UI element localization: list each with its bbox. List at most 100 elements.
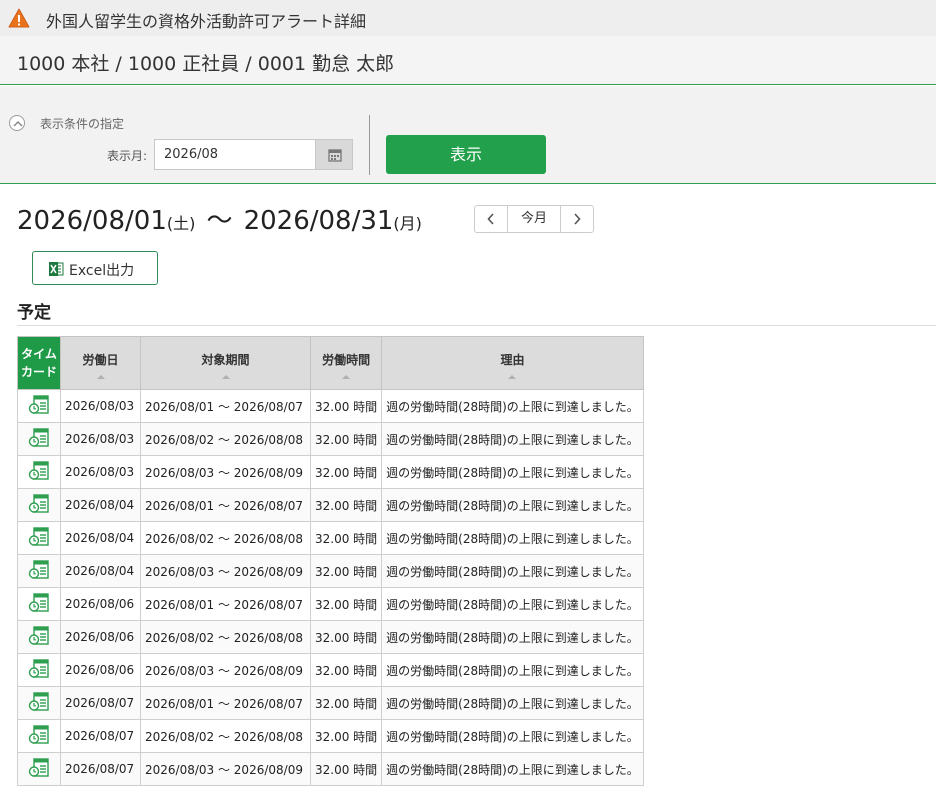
work-date-cell: 2026/08/06 <box>60 587 141 621</box>
alert-table: タイム カード 労働日 対象期間 労働時間 理由 2026/08/03 2026/… <box>17 336 644 786</box>
sort-icon <box>342 375 351 379</box>
timecard-cell[interactable] <box>17 620 61 654</box>
timecard-icon <box>28 658 49 678</box>
period-cell: 2026/08/03 〜 2026/08/09 <box>140 752 311 786</box>
range-start-weekday: (土) <box>166 214 196 233</box>
collapse-toggle-icon[interactable] <box>9 115 25 131</box>
period-cell: 2026/08/02 〜 2026/08/08 <box>140 620 311 654</box>
timecard-cell[interactable] <box>17 455 61 489</box>
hours-cell: 32.00 時間 <box>309 488 383 522</box>
chevron-left-icon <box>487 213 494 225</box>
month-input[interactable] <box>154 139 316 170</box>
header-period-label: 対象期間 <box>201 352 250 367</box>
next-month-button[interactable] <box>560 206 593 232</box>
timecard-icon <box>28 559 49 579</box>
timecard-cell[interactable] <box>17 488 61 522</box>
timecard-icon <box>28 394 49 414</box>
current-month-button[interactable]: 今月 <box>508 206 560 232</box>
reason-cell: 週の労働時間(28時間)の上限に到達しました。 <box>381 719 644 753</box>
table-row: 2026/08/03 2026/08/02 〜 2026/08/08 32.00 時… <box>17 422 644 456</box>
reason-cell: 週の労働時間(28時間)の上限に到達しました。 <box>381 653 644 687</box>
work-date-cell: 2026/08/06 <box>60 620 141 654</box>
range-end: 2026/08/31 <box>243 206 394 236</box>
reason-cell: 週の労働時間(28時間)の上限に到達しました。 <box>381 752 644 786</box>
header-reason-label: 理由 <box>500 352 525 367</box>
timecard-cell[interactable] <box>17 554 61 588</box>
timecard-cell[interactable] <box>17 686 61 720</box>
chevron-right-icon <box>574 213 581 225</box>
hours-cell: 32.00 時間 <box>309 521 383 555</box>
period-cell: 2026/08/01 〜 2026/08/07 <box>140 587 311 621</box>
show-button[interactable]: 表示 <box>386 135 546 174</box>
timecard-cell[interactable] <box>17 653 61 687</box>
header-timecard-line1: タイム <box>21 347 57 361</box>
employee-bar: 1000 本社 / 1000 正社員 / 0001 勤怠 太郎 <box>0 36 936 85</box>
prev-month-button[interactable] <box>475 206 508 232</box>
hours-cell: 32.00 時間 <box>309 653 383 687</box>
hours-cell: 32.00 時間 <box>309 620 383 654</box>
sort-icon <box>96 375 105 379</box>
section-title: 予定 <box>17 303 51 323</box>
date-range: 2026/08/01(土) 〜 2026/08/31(月) <box>17 200 422 237</box>
table-row: 2026/08/07 2026/08/01 〜 2026/08/07 32.00 時… <box>17 686 644 720</box>
header-timecard-line2: カード <box>20 365 57 379</box>
timecard-cell[interactable] <box>17 389 61 423</box>
condition-toggle-label[interactable]: 表示条件の指定 <box>40 115 124 132</box>
header-reason[interactable]: 理由 <box>381 336 644 390</box>
table-header-row: タイム カード 労働日 対象期間 労働時間 理由 <box>17 336 644 390</box>
condition-panel: 表示条件の指定 表示月: 表示 <box>0 86 936 184</box>
header-period[interactable]: 対象期間 <box>140 336 311 390</box>
header-timecard: タイム カード <box>17 336 61 390</box>
header-work-date[interactable]: 労働日 <box>60 336 141 390</box>
period-cell: 2026/08/01 〜 2026/08/07 <box>140 488 311 522</box>
hours-cell: 32.00 時間 <box>309 554 383 588</box>
timecard-icon <box>28 460 49 480</box>
header-work-date-label: 労働日 <box>82 352 119 367</box>
work-date-cell: 2026/08/03 <box>60 422 141 456</box>
hours-cell: 32.00 時間 <box>309 752 383 786</box>
section-divider <box>17 325 936 326</box>
table-row: 2026/08/04 2026/08/03 〜 2026/08/09 32.00 時… <box>17 554 644 588</box>
work-date-cell: 2026/08/07 <box>60 752 141 786</box>
sort-icon <box>221 375 230 379</box>
timecard-cell[interactable] <box>17 587 61 621</box>
month-navigation: 今月 <box>474 205 594 233</box>
table-row: 2026/08/06 2026/08/03 〜 2026/08/09 32.00 時… <box>17 653 644 687</box>
period-cell: 2026/08/01 〜 2026/08/07 <box>140 686 311 720</box>
work-date-cell: 2026/08/03 <box>60 455 141 489</box>
timecard-cell[interactable] <box>17 521 61 555</box>
period-cell: 2026/08/03 〜 2026/08/09 <box>140 455 311 489</box>
table-row: 2026/08/06 2026/08/02 〜 2026/08/08 32.00 時… <box>17 620 644 654</box>
period-cell: 2026/08/03 〜 2026/08/09 <box>140 554 311 588</box>
range-start: 2026/08/01 <box>17 206 167 236</box>
timecard-cell[interactable] <box>17 719 61 753</box>
timecard-icon <box>28 592 49 612</box>
page-title: 外国人留学生の資格外活動許可アラート詳細 <box>46 12 367 31</box>
reason-cell: 週の労働時間(28時間)の上限に到達しました。 <box>381 587 644 621</box>
timecard-icon <box>28 691 49 711</box>
reason-cell: 週の労働時間(28時間)の上限に到達しました。 <box>381 686 644 720</box>
reason-cell: 週の労働時間(28時間)の上限に到達しました。 <box>381 620 644 654</box>
calendar-icon <box>328 149 342 162</box>
timecard-cell[interactable] <box>17 752 61 786</box>
calendar-button[interactable] <box>315 139 353 170</box>
reason-cell: 週の労働時間(28時間)の上限に到達しました。 <box>381 455 644 489</box>
hours-cell: 32.00 時間 <box>309 422 383 456</box>
header-hours-label: 労働時間 <box>322 352 371 367</box>
table-row: 2026/08/04 2026/08/01 〜 2026/08/07 32.00 時… <box>17 488 644 522</box>
period-cell: 2026/08/01 〜 2026/08/07 <box>140 389 311 423</box>
timecard-icon <box>28 757 49 777</box>
excel-export-button[interactable]: Excel出力 <box>32 251 158 285</box>
divider <box>369 115 370 175</box>
work-date-cell: 2026/08/04 <box>60 521 141 555</box>
timecard-icon <box>28 625 49 645</box>
reason-cell: 週の労働時間(28時間)の上限に到達しました。 <box>381 488 644 522</box>
table-row: 2026/08/06 2026/08/01 〜 2026/08/07 32.00 時… <box>17 587 644 621</box>
period-cell: 2026/08/02 〜 2026/08/08 <box>140 719 311 753</box>
timecard-cell[interactable] <box>17 422 61 456</box>
warning-icon <box>8 8 30 28</box>
excel-export-label: Excel出力 <box>69 263 135 279</box>
table-row: 2026/08/03 2026/08/03 〜 2026/08/09 32.00 時… <box>17 455 644 489</box>
header-hours[interactable]: 労働時間 <box>309 336 383 390</box>
range-end-weekday: (月) <box>393 214 422 233</box>
